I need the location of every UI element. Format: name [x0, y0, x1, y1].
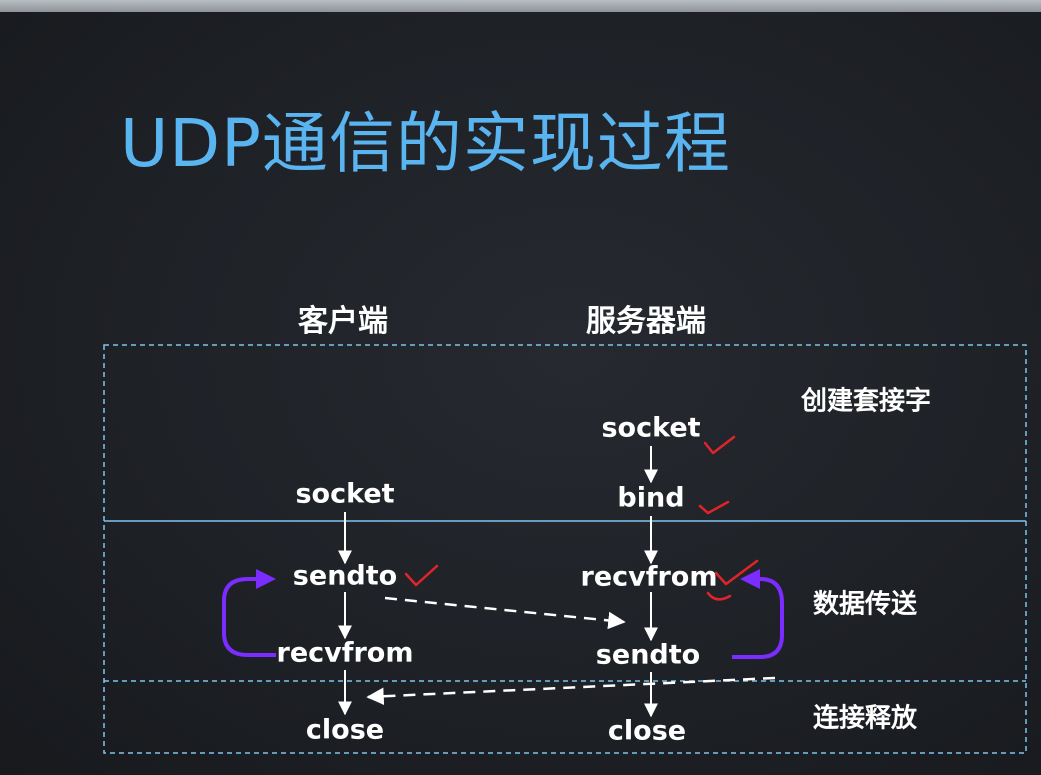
server-step-sendto: sendto: [595, 639, 701, 671]
server-step-socket: socket: [601, 412, 701, 444]
column-header-client: 客户端: [298, 304, 388, 339]
slide: UDP通信的实现过程 客户端 服务器端 创建套接字 数据传送 连接释放 sock…: [0, 0, 1041, 775]
check-mark-server-socket: [703, 435, 736, 455]
phase-label-release: 连接释放: [812, 703, 918, 734]
server-step-recvfrom: recvfrom: [580, 561, 718, 593]
dashed-arrow-client-to-server: [384, 596, 626, 630]
check-mark-server-bind: [698, 500, 730, 515]
client-step-close: close: [305, 714, 385, 746]
client-step-socket: socket: [295, 478, 395, 510]
client-loop-arrow: [222, 569, 276, 657]
client-step-recvfrom: recvfrom: [276, 637, 414, 669]
column-header-server: 服务器端: [586, 304, 706, 339]
check-mark-server-recvfrom-scribble: [706, 591, 732, 601]
client-step-sendto: sendto: [292, 560, 398, 592]
server-step-bind: bind: [617, 482, 685, 514]
server-loop-arrow: [732, 569, 784, 659]
check-mark-client-sendto: [404, 564, 439, 587]
server-step-close: close: [607, 715, 687, 747]
phase-label-transfer: 数据传送: [812, 589, 918, 620]
phase-label-create: 创建套接字: [800, 386, 932, 417]
